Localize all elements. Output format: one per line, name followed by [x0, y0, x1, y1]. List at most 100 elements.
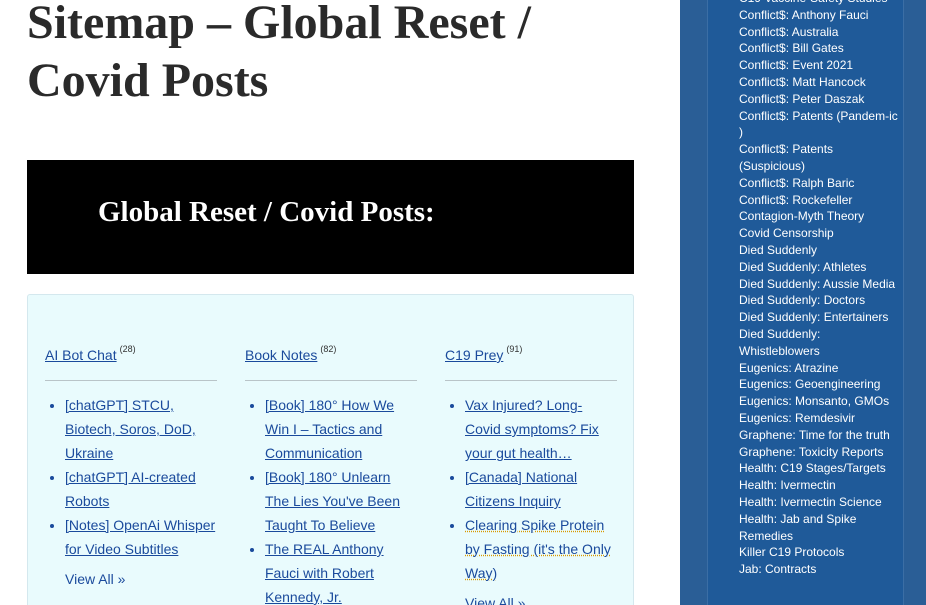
sidebar-item: Graphene: Time for the truth [739, 427, 899, 444]
sidebar-item-link[interactable]: Eugenics: Remdesivir [739, 411, 855, 425]
post-link[interactable]: [chatGPT] STCU, Biotech, Soros, DoD, Ukr… [65, 397, 196, 461]
sidebar-item: Health: C19 Stages/Targets [739, 460, 899, 477]
sidebar-item-link[interactable]: Died Suddenly: Entertainers [739, 310, 888, 324]
sidebar-item-link[interactable]: Eugenics: Geoengineering [739, 377, 880, 391]
sidebar-item-link[interactable]: Covid Censorship [739, 226, 834, 240]
sidebar-item: Covid Censorship [739, 225, 899, 242]
sidebar-item: Killer C19 Protocols [739, 544, 899, 561]
sidebar-item-link[interactable]: Graphene: Toxicity Reports [739, 445, 884, 459]
sidebar-item: Eugenics: Atrazine [739, 360, 899, 377]
post-count: (82) [320, 344, 337, 354]
post-link[interactable]: [chatGPT] AI-created Robots [65, 469, 196, 509]
category-column-c19-prey: C19 Prey(91) Vax Injured? Long-Covid sym… [445, 344, 617, 605]
page-title: Sitemap – Global Reset / Covid Posts [27, 0, 531, 107]
sidebar-item: C19 Vaccine-Safety Studies [739, 0, 899, 7]
post-count: (28) [119, 344, 136, 354]
post-list: Vax Injured? Long-Covid symptoms? Fix yo… [445, 393, 617, 585]
sidebar-item-link[interactable]: Conflict$: Matt Hancock [739, 75, 866, 89]
post-link[interactable]: [Notes] OpenAi Whisper for Video Subtitl… [65, 517, 215, 557]
view-all-link[interactable]: View All » [65, 571, 217, 587]
category-column-ai-bot-chat: AI Bot Chat(28) [chatGPT] STCU, Biotech,… [45, 344, 217, 587]
sidebar-category-list: C19 Vaccine-Safety Studies Conflict$: Ant… [739, 0, 899, 578]
sidebar-item-link[interactable]: Eugenics: Atrazine [739, 361, 838, 375]
post-link[interactable]: The REAL Anthony Fauci with Robert Kenne… [265, 541, 384, 605]
sidebar-item-link[interactable]: Conflict$: Peter Daszak [739, 92, 864, 106]
sidebar-item-link[interactable]: Graphene: Time for the truth [739, 428, 890, 442]
sidebar-item: Health: Ivermectin Science [739, 494, 899, 511]
category-posts-box: AI Bot Chat(28) [chatGPT] STCU, Biotech,… [27, 294, 634, 605]
sidebar-item: Eugenics: Geoengineering [739, 376, 899, 393]
sidebar-item: Died Suddenly: Aussie Media [739, 276, 899, 293]
sidebar-item-link[interactable]: Conflict$: Rockefeller [739, 193, 852, 207]
list-item: Vax Injured? Long-Covid symptoms? Fix yo… [465, 393, 617, 465]
sidebar-item: Jab: Contracts [739, 561, 899, 578]
sidebar: C19 Vaccine-Safety Studies Conflict$: Ant… [680, 0, 926, 605]
sidebar-item-link[interactable]: Jab: Contracts [739, 562, 816, 576]
post-link[interactable]: [Canada] National Citizens Inquiry [465, 469, 577, 509]
sidebar-item: Conflict$: Rockefeller [739, 192, 899, 209]
sidebar-item-link[interactable]: Health: Ivermectin Science [739, 495, 882, 509]
sidebar-item-link[interactable]: Died Suddenly [739, 243, 817, 257]
sidebar-item: Health: Ivermectin [739, 477, 899, 494]
sidebar-item-link[interactable]: Conflict$: Anthony Fauci [739, 8, 868, 22]
category-link-c19-prey[interactable]: C19 Prey [445, 347, 503, 363]
banner-heading: Global Reset / Covid Posts: [98, 196, 435, 228]
category-heading: AI Bot Chat (28) [45, 344, 217, 381]
sidebar-item: Conflict$: Anthony Fauci [739, 7, 899, 24]
sidebar-item-link[interactable]: Died Suddenly: Athletes [739, 260, 866, 274]
post-link[interactable]: Clearing Spike Protein by Fasting (it's … [465, 517, 611, 581]
list-item: [chatGPT] STCU, Biotech, Soros, DoD, Ukr… [65, 393, 217, 465]
sidebar-category-panel: C19 Vaccine-Safety Studies Conflict$: Ant… [707, 0, 904, 605]
sidebar-item-link[interactable]: Conflict$: Australia [739, 25, 838, 39]
list-item: Clearing Spike Protein by Fasting (it's … [465, 513, 617, 585]
sidebar-item-link[interactable]: Killer C19 Protocols [739, 545, 844, 559]
sidebar-item-link[interactable]: Conflict$: Event 2021 [739, 58, 853, 72]
post-list: [Book] 180° How We Win I – Tactics and C… [245, 393, 417, 605]
sidebar-item: Died Suddenly [739, 242, 899, 259]
category-link-book-notes[interactable]: Book Notes [245, 347, 317, 363]
list-item: [Canada] National Citizens Inquiry [465, 465, 617, 513]
sidebar-item: Conflict$: Ralph Baric [739, 175, 899, 192]
category-link-ai-bot-chat[interactable]: AI Bot Chat [45, 347, 117, 363]
post-link[interactable]: [Book] 180° Unlearn The Lies You've Been… [265, 469, 400, 533]
sidebar-item-link[interactable]: Health: Ivermectin [739, 478, 836, 492]
sidebar-item-link[interactable]: Conflict$: Patents (Pandem-ic ) [739, 109, 898, 140]
post-link[interactable]: [Book] 180° How We Win I – Tactics and C… [265, 397, 394, 461]
list-item: [Book] 180° How We Win I – Tactics and C… [265, 393, 417, 465]
sidebar-item-link[interactable]: Died Suddenly: Aussie Media [739, 277, 895, 291]
post-count: (91) [506, 344, 523, 354]
category-column-book-notes: Book Notes(82) [Book] 180° How We Win I … [245, 344, 417, 605]
sidebar-item: Conflict$: Peter Daszak [739, 91, 899, 108]
main-content: Sitemap – Global Reset / Covid Posts Glo… [0, 0, 680, 605]
sidebar-item-link[interactable]: Contagion-Myth Theory [739, 209, 864, 223]
category-heading: C19 Prey (91) [445, 344, 617, 381]
sidebar-item-link[interactable]: Conflict$: Patents (Suspicious) [739, 142, 833, 173]
sidebar-item-link[interactable]: Conflict$: Ralph Baric [739, 176, 854, 190]
sidebar-item-link[interactable]: Died Suddenly: Whistleblowers [739, 327, 820, 358]
section-banner: Global Reset / Covid Posts: [27, 160, 634, 274]
sidebar-item: Died Suddenly: Whistleblowers [739, 326, 899, 360]
sidebar-item: Conflict$: Matt Hancock [739, 74, 899, 91]
list-item: [Book] 180° Unlearn The Lies You've Been… [265, 465, 417, 537]
sidebar-item: Eugenics: Monsanto, GMOs [739, 393, 899, 410]
sidebar-item: Died Suddenly: Doctors [739, 292, 899, 309]
sidebar-item: Health: Jab and Spike Remedies [739, 511, 899, 545]
sidebar-item: Conflict$: Patents (Suspicious) [739, 141, 899, 175]
list-item: [Notes] OpenAi Whisper for Video Subtitl… [65, 513, 217, 561]
sidebar-item: Contagion-Myth Theory [739, 208, 899, 225]
post-link[interactable]: Vax Injured? Long-Covid symptoms? Fix yo… [465, 397, 599, 461]
sidebar-item: Conflict$: Patents (Pandem-ic ) [739, 108, 899, 142]
list-item: The REAL Anthony Fauci with Robert Kenne… [265, 537, 417, 605]
sidebar-item: Eugenics: Remdesivir [739, 410, 899, 427]
sidebar-item-link[interactable]: Conflict$: Bill Gates [739, 41, 844, 55]
sidebar-item-link[interactable]: Health: Jab and Spike Remedies [739, 512, 856, 543]
sidebar-item-link[interactable]: Eugenics: Monsanto, GMOs [739, 394, 889, 408]
view-all-link[interactable]: View All » [465, 595, 617, 605]
sidebar-item: Conflict$: Australia [739, 24, 899, 41]
category-heading: Book Notes (82) [245, 344, 417, 381]
sidebar-item: Graphene: Toxicity Reports [739, 444, 899, 461]
sidebar-item-link[interactable]: C19 Vaccine-Safety Studies [739, 0, 888, 5]
sidebar-item-link[interactable]: Health: C19 Stages/Targets [739, 461, 886, 475]
sidebar-item-link[interactable]: Died Suddenly: Doctors [739, 293, 865, 307]
sidebar-item: Died Suddenly: Athletes [739, 259, 899, 276]
